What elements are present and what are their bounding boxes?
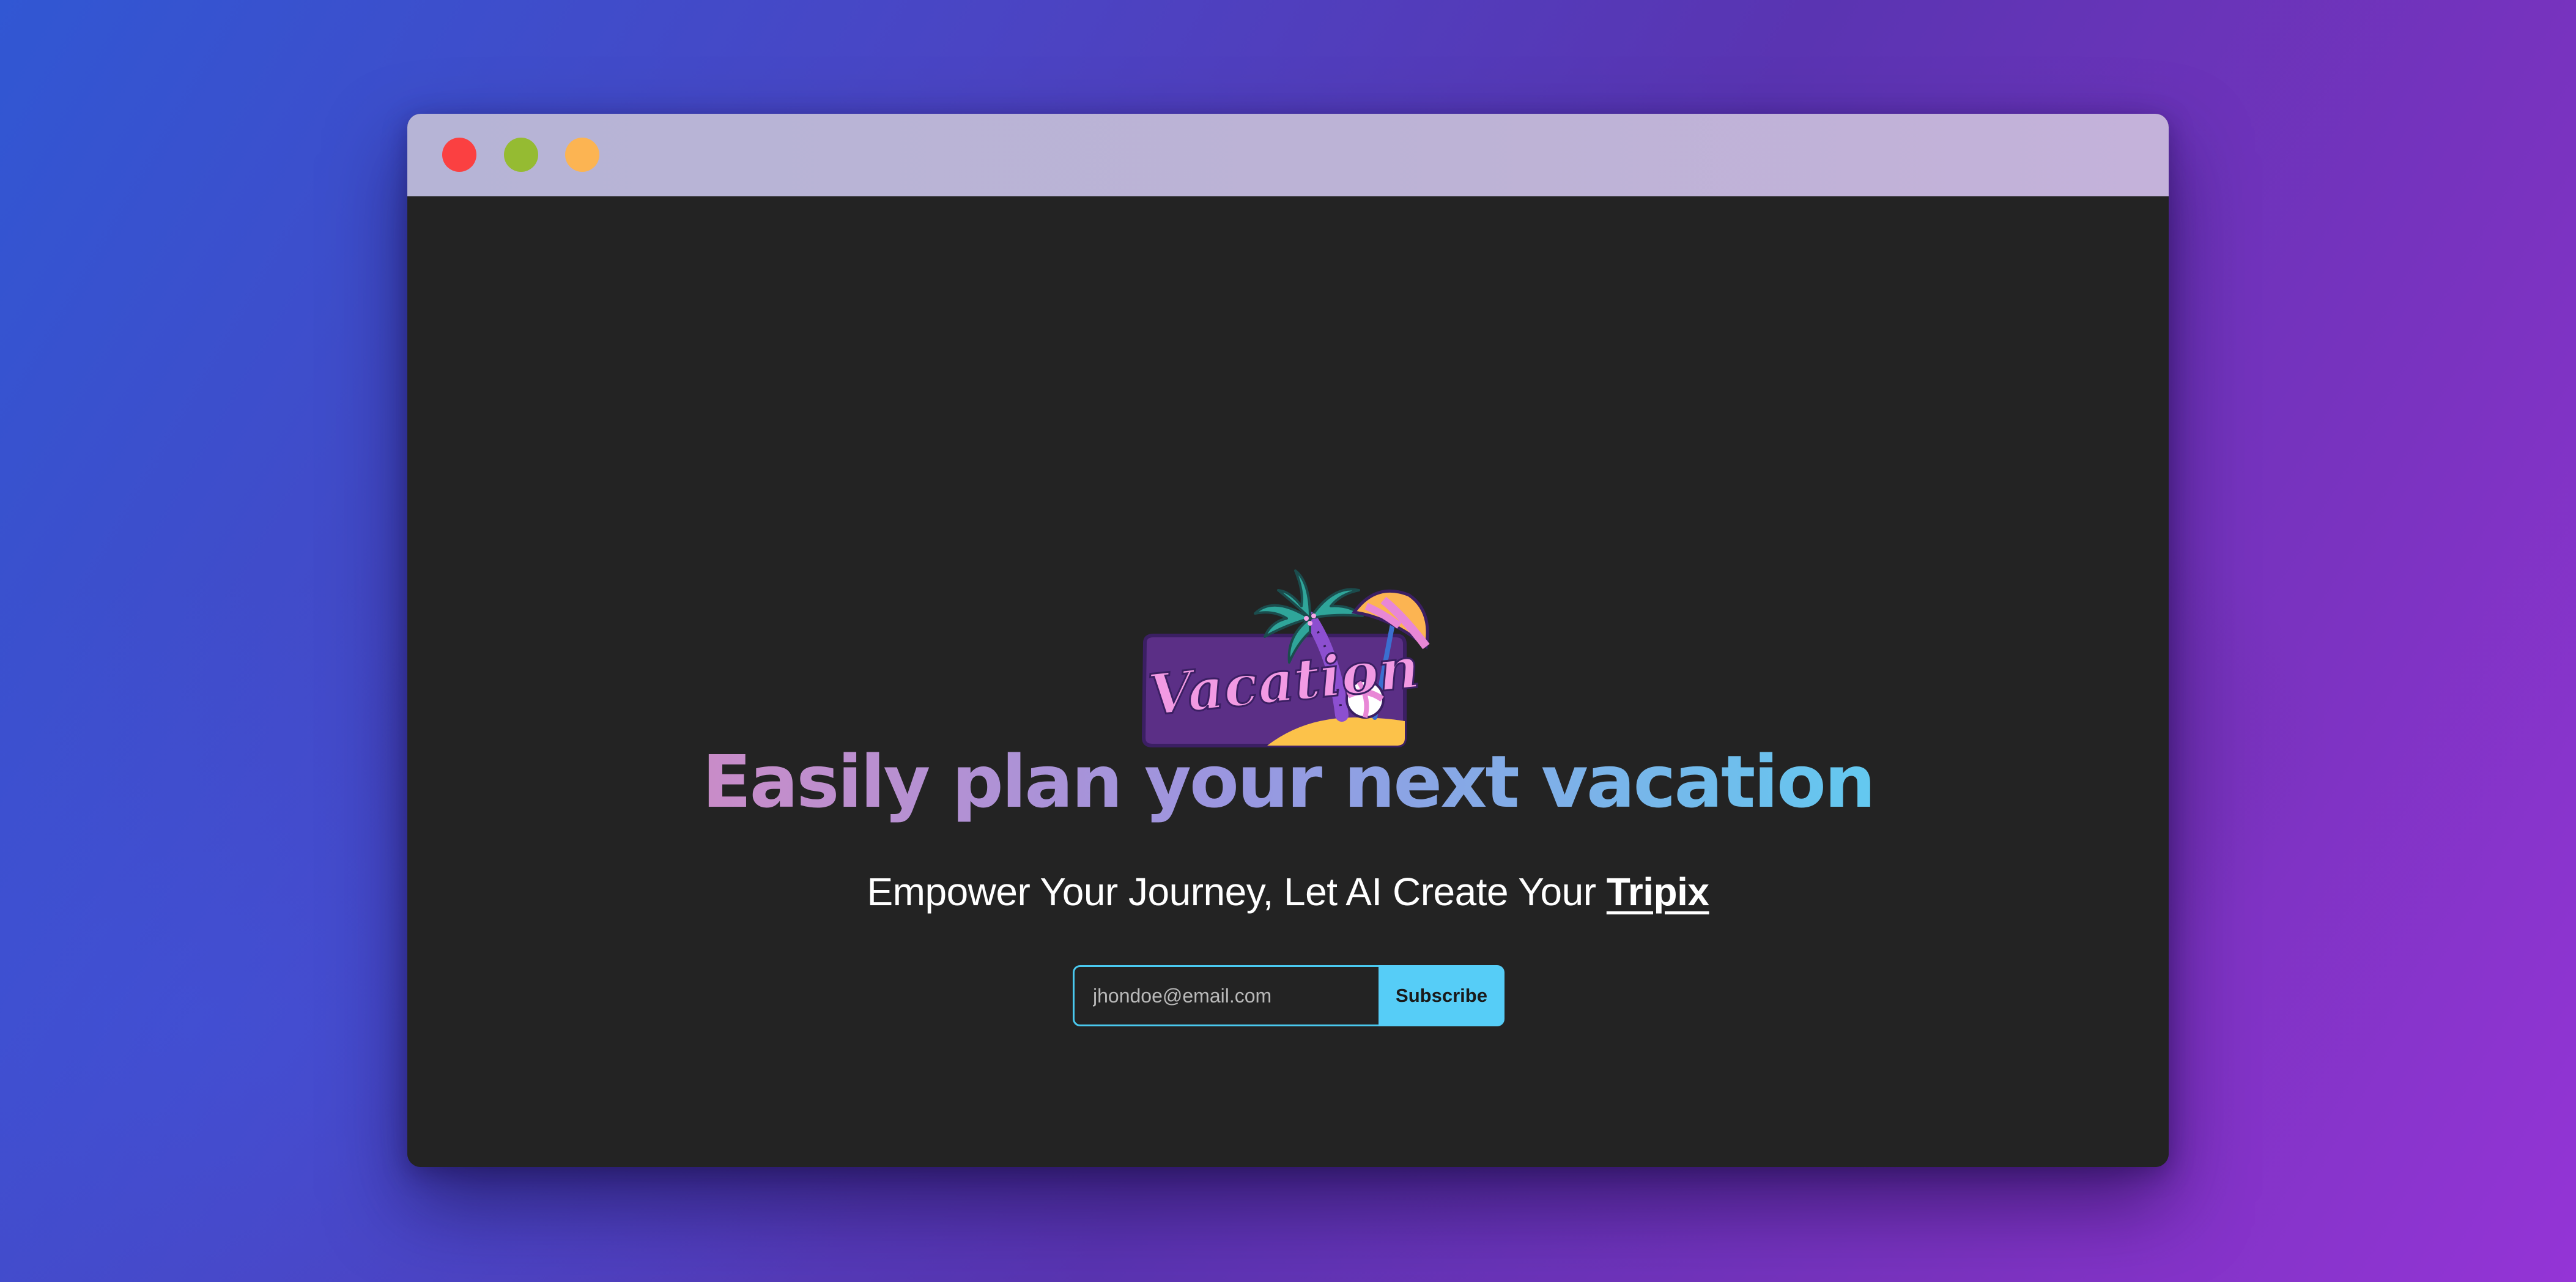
hero-headline: Easily plan your next vacation — [407, 742, 2169, 822]
close-window-button[interactable] — [442, 138, 476, 172]
hero-headline-text: Easily plan your next vacation — [702, 739, 1876, 824]
brand-link[interactable]: Tripix — [1607, 870, 1709, 914]
minimize-window-button[interactable] — [504, 138, 538, 172]
hero-subline: Empower Your Journey, Let AI Create Your… — [407, 869, 2169, 914]
browser-window: Vacation Easily plan your next vacation … — [407, 114, 2169, 1167]
subline-text: Empower Your Journey, Let AI Create Your — [867, 870, 1607, 914]
vacation-logo: Vacation — [1141, 569, 1430, 747]
page-content: Vacation Easily plan your next vacation … — [407, 196, 2169, 1167]
subscribe-button[interactable]: Subscribe — [1379, 965, 1505, 1026]
zoom-window-button[interactable] — [565, 138, 599, 172]
email-input[interactable] — [1073, 965, 1379, 1026]
subscribe-form: Subscribe — [1073, 965, 1505, 1026]
window-titlebar — [407, 114, 2169, 196]
